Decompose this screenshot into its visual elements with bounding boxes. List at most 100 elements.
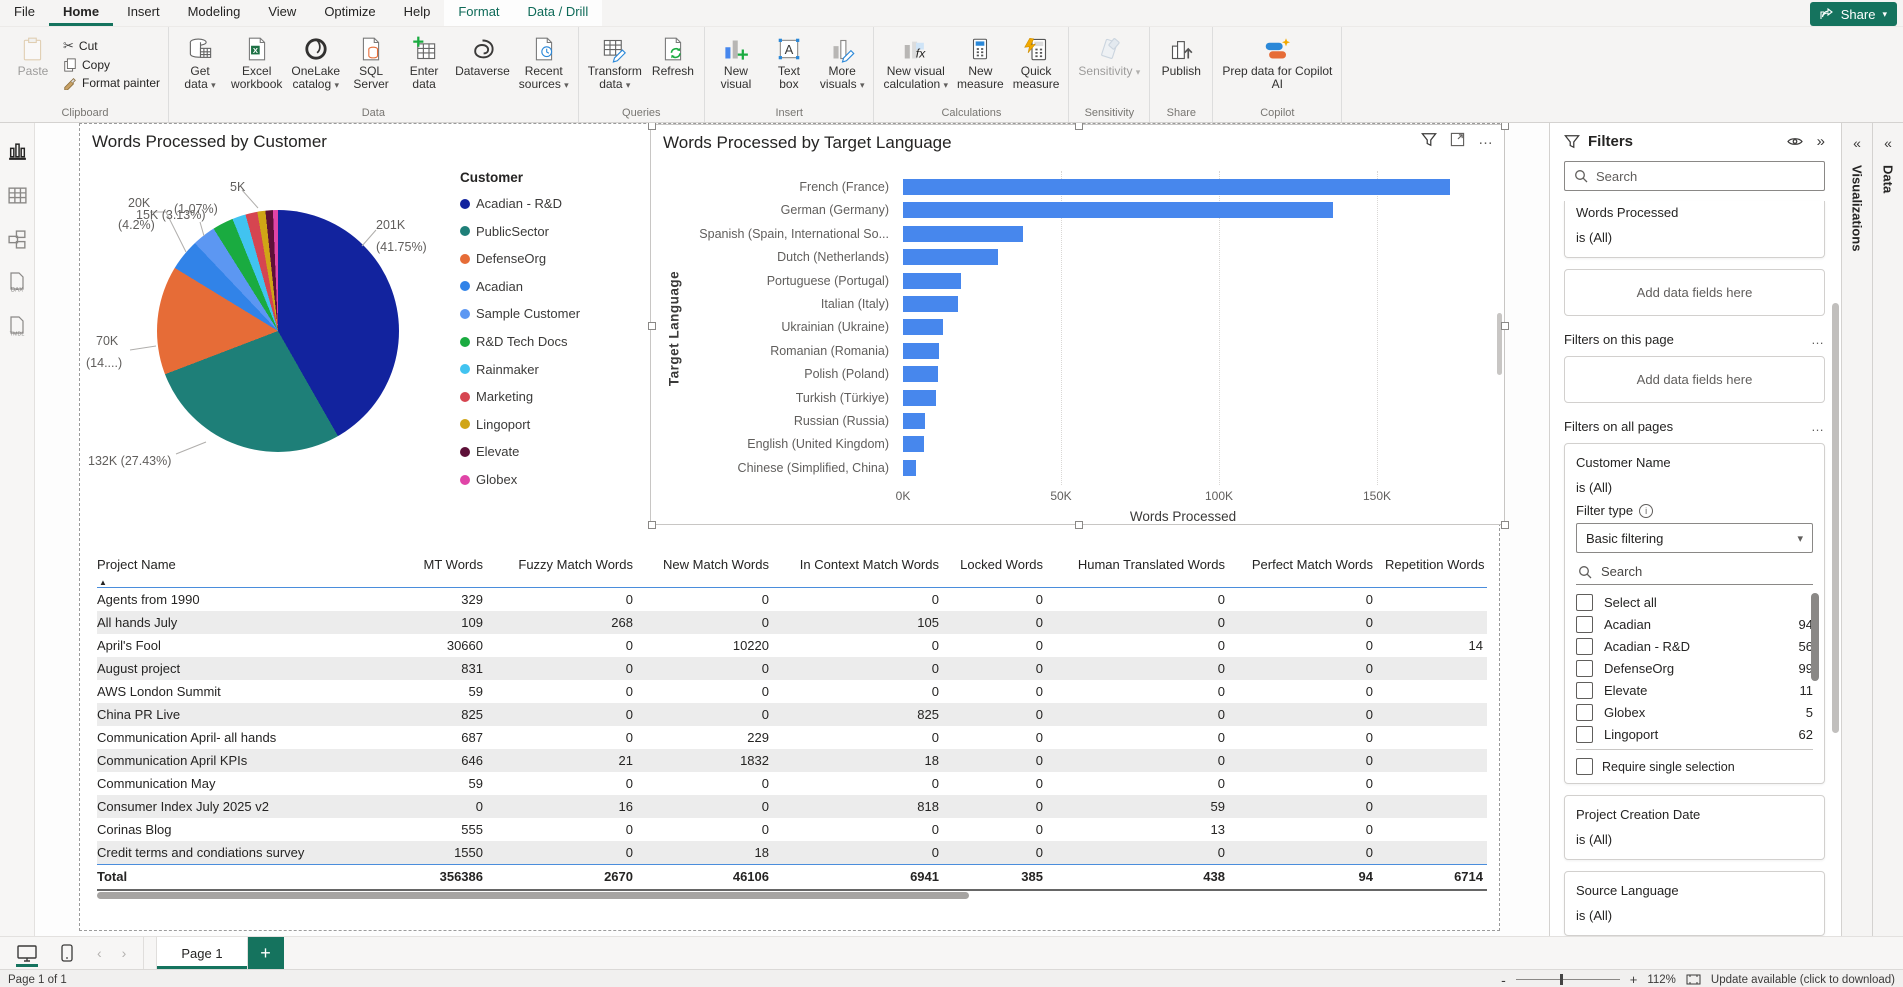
table-row[interactable]: April's Fool30660010220000014 — [97, 634, 1487, 657]
filter-card-project-creation-date[interactable]: Project Creation Dateis (All) — [1564, 795, 1825, 860]
bar[interactable] — [903, 436, 924, 452]
table-row[interactable]: Credit terms and condiations survey15500… — [97, 841, 1487, 864]
pie-legend-item[interactable]: Acadian — [460, 279, 523, 294]
checkbox[interactable] — [1576, 682, 1593, 699]
bar[interactable] — [903, 319, 943, 335]
text-box-button[interactable]: ATextbox — [763, 31, 815, 93]
tab-data-drill[interactable]: Data / Drill — [514, 0, 603, 26]
zoom-level[interactable]: 112% — [1647, 974, 1676, 986]
more-visuals-button[interactable]: Morevisuals ▾ — [816, 31, 869, 94]
transform-data-button[interactable]: Transformdata ▾ — [584, 31, 646, 94]
pie-legend-item[interactable]: Rainmaker — [460, 362, 539, 377]
table-row[interactable]: Consumer Index July 2025 v201608180590 — [97, 795, 1487, 818]
report-view-button[interactable] — [5, 139, 29, 163]
column-header[interactable]: Project Name — [97, 555, 383, 587]
column-header[interactable]: Locked Words — [939, 555, 1043, 587]
model-view-button[interactable] — [5, 227, 29, 251]
expand-pane-icon[interactable]: « — [1853, 135, 1861, 151]
onelake-catalog-button[interactable]: OneLakecatalog ▾ — [287, 31, 344, 94]
add-data-fields-dropzone[interactable]: Add data fields here — [1564, 356, 1825, 403]
bar[interactable] — [903, 273, 961, 289]
pie-legend-item[interactable]: Marketing — [460, 389, 533, 404]
info-icon[interactable]: i — [1639, 504, 1653, 518]
filter-card-customer-name[interactable]: Customer Nameis (All)Filter typeiBasic f… — [1564, 443, 1825, 784]
more-options-icon[interactable]: … — [1811, 419, 1825, 434]
bar[interactable] — [903, 460, 916, 476]
bar-chart-visual[interactable]: Words Processed by Target Language…Frenc… — [650, 124, 1505, 525]
cut-button[interactable]: ✂Cut — [60, 37, 163, 55]
checkbox[interactable] — [1576, 616, 1593, 633]
filter-card-source-language[interactable]: Source Languageis (All) — [1564, 871, 1825, 936]
add-data-fields-dropzone[interactable]: Add data fields here — [1564, 269, 1825, 316]
resize-handle[interactable] — [648, 322, 656, 330]
pie-legend-item[interactable]: R&D Tech Docs — [460, 334, 568, 349]
filter-option[interactable]: Acadian - R&D56 — [1576, 635, 1813, 657]
table-row[interactable]: AWS London Summit59000000 — [97, 680, 1487, 703]
pie-legend-item[interactable]: DefenseOrg — [460, 251, 546, 266]
show-hide-pane-icon[interactable] — [1787, 136, 1803, 147]
filter-option[interactable]: Lingoport62 — [1576, 723, 1813, 745]
mobile-layout-button[interactable] — [54, 940, 80, 966]
filter-card-words-processed[interactable]: Words Processedis (All) — [1564, 201, 1825, 258]
table-row[interactable]: All hands July1092680105000 — [97, 611, 1487, 634]
checkbox[interactable] — [1576, 638, 1593, 655]
bar[interactable] — [903, 296, 958, 312]
filter-option[interactable]: Elevate11 — [1576, 679, 1813, 701]
pie-legend-item[interactable]: Elevate — [460, 444, 519, 459]
new-visual-button[interactable]: Newvisual — [710, 31, 762, 93]
desktop-layout-button[interactable] — [14, 940, 40, 966]
pie-legend-item[interactable]: Sample Customer — [460, 306, 580, 321]
table-visual[interactable]: Project NameMT WordsFuzzy Match WordsNew… — [97, 555, 1487, 891]
column-header[interactable]: Repetition Words — [1373, 555, 1487, 587]
pie-legend-item[interactable]: Lingoport — [460, 417, 530, 432]
next-page-arrow[interactable]: › — [119, 945, 130, 961]
zoom-slider[interactable] — [1516, 979, 1620, 980]
excel-workbook-button[interactable]: XExcelworkbook — [227, 31, 286, 93]
format-painter-button[interactable]: Format painter — [60, 75, 163, 91]
table-horizontal-scrollbar[interactable] — [97, 892, 969, 899]
paste-button[interactable]: Paste — [7, 31, 59, 80]
table-row[interactable]: Communication April KPIs64621183218000 — [97, 749, 1487, 772]
new-page-button[interactable]: + — [248, 937, 284, 969]
data-pane-collapsed[interactable]: « Data — [1872, 123, 1903, 936]
checkbox[interactable] — [1576, 594, 1593, 611]
prep-data-for-copilot-ai-button[interactable]: Prep data for CopilotAI — [1218, 31, 1336, 93]
filter-option-select-all[interactable]: Select all — [1576, 591, 1813, 613]
checkbox[interactable] — [1576, 726, 1593, 743]
dataverse-button[interactable]: Dataverse — [451, 31, 514, 80]
tab-insert[interactable]: Insert — [113, 0, 174, 26]
resize-handle[interactable] — [1501, 322, 1509, 330]
pie-chart-visual[interactable]: Words Processed by Customer201K(41.75%)1… — [80, 124, 650, 554]
resize-handle[interactable] — [1501, 521, 1509, 529]
table-row[interactable]: August project831000000 — [97, 657, 1487, 680]
resize-handle[interactable] — [1075, 521, 1083, 529]
checkbox[interactable] — [1576, 704, 1593, 721]
quick-measure-button[interactable]: Quickmeasure — [1009, 31, 1064, 93]
tab-home[interactable]: Home — [49, 0, 113, 26]
more-options-icon[interactable]: … — [1478, 131, 1494, 148]
table-row[interactable]: Communication April- all hands6870229000… — [97, 726, 1487, 749]
tab-format[interactable]: Format — [444, 0, 513, 26]
get-data-button[interactable]: Getdata ▾ — [174, 31, 226, 94]
require-single-selection-row[interactable]: Require single selection — [1576, 749, 1813, 775]
new-measure-button[interactable]: Newmeasure — [953, 31, 1008, 93]
pie-legend-item[interactable]: PublicSector — [460, 224, 549, 239]
column-header[interactable]: New Match Words — [633, 555, 769, 587]
zoom-slider-thumb[interactable] — [1560, 974, 1563, 985]
filter-option[interactable]: DefenseOrg99 — [1576, 657, 1813, 679]
dax-query-view-button[interactable]: DAX — [5, 271, 29, 295]
zoom-out-button[interactable]: - — [1501, 972, 1506, 987]
filters-pane-scrollbar[interactable] — [1832, 303, 1839, 733]
bar[interactable] — [903, 343, 939, 359]
table-row[interactable]: Corinas Blog5550000130 — [97, 818, 1487, 841]
checkbox[interactable] — [1576, 758, 1593, 775]
filters-search-box[interactable]: Search — [1564, 161, 1825, 191]
share-button[interactable]: Share ▾ — [1810, 2, 1897, 26]
filter-option[interactable]: Globex5 — [1576, 701, 1813, 723]
more-options-icon[interactable]: … — [1811, 332, 1825, 347]
bar[interactable] — [903, 366, 938, 382]
visualizations-pane-collapsed[interactable]: « Visualizations — [1841, 123, 1872, 936]
enter-data-button[interactable]: Enterdata — [398, 31, 450, 93]
copy-button[interactable]: Copy — [60, 57, 163, 73]
previous-page-arrow[interactable]: ‹ — [94, 945, 105, 961]
